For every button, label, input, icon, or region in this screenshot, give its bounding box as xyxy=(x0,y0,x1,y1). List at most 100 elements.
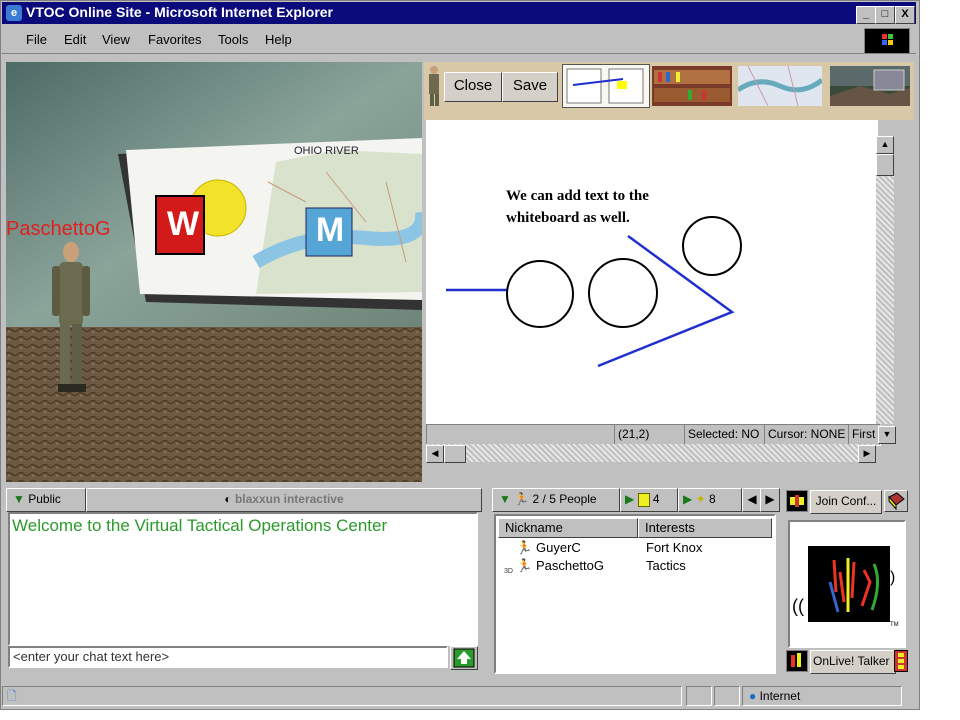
tab-scroll-left[interactable]: ◀ xyxy=(742,488,762,512)
status-empty-cell xyxy=(426,424,617,446)
browser-statusbar: 🗋 ● Internet xyxy=(2,686,916,706)
nickname: GuyerC xyxy=(536,540,581,555)
whiteboard-vertical-scrollbar[interactable]: ▲ xyxy=(876,136,894,426)
minimize-button[interactable]: _ xyxy=(856,6,876,24)
tab-groups[interactable]: ▶ 4 xyxy=(620,488,678,512)
hscroll-thumb[interactable] xyxy=(444,445,466,463)
chat-log[interactable]: Welcome to the Virtual Tactical Operatio… xyxy=(8,512,478,646)
blaxxun-logo-icon: ◐ xyxy=(224,492,232,506)
close-button[interactable]: Close xyxy=(444,72,502,102)
tab-scroll-right[interactable]: ▶ xyxy=(760,488,780,512)
onlive-talker-button[interactable]: OnLive! Talker xyxy=(810,650,896,674)
globe-icon: ● xyxy=(749,689,757,703)
whiteboard-thumbnail[interactable] xyxy=(562,64,650,108)
column-interests[interactable]: Interests xyxy=(638,518,772,538)
scroll-left-button[interactable]: ◀ xyxy=(426,445,444,463)
person-icon: 🏃 xyxy=(516,540,533,555)
join-conference-button[interactable]: Join Conf... xyxy=(810,490,882,514)
interests: Fort Knox xyxy=(646,540,703,555)
chat-welcome-message: Welcome to the Virtual Tactical Operatio… xyxy=(12,516,388,535)
soldier-thumbnail-icon xyxy=(429,66,439,106)
chevron-down-icon: ▼ xyxy=(499,492,511,506)
status-cursor: Cursor: NONE xyxy=(764,424,851,446)
book-icon[interactable] xyxy=(884,490,908,512)
chat-input[interactable]: <enter your chat text here> xyxy=(8,646,448,668)
title-bar: e VTOC Online Site - Microsoft Internet … xyxy=(2,2,916,24)
status-cell-3 xyxy=(714,686,740,706)
whiteboard-horizontal-scrollbar[interactable]: ◀ ▶ xyxy=(426,444,876,463)
column-nickname[interactable]: Nickname xyxy=(498,518,638,538)
status-dropdown-button[interactable]: ▼ xyxy=(878,426,896,444)
menu-file[interactable]: File xyxy=(26,32,47,47)
map-thumbnail[interactable] xyxy=(736,65,824,107)
groups-count: 4 xyxy=(652,492,660,506)
ie-icon: e xyxy=(6,5,22,21)
status-coords: (21,2) xyxy=(614,424,687,446)
windows-logo-icon xyxy=(864,28,910,54)
scroll-thumb[interactable] xyxy=(876,154,894,176)
people-count-label: 2 / 5 People xyxy=(532,492,597,506)
onlive-face-logo-icon: (( ) TM xyxy=(792,546,899,628)
soldier-avatar[interactable] xyxy=(46,238,96,398)
list-item[interactable]: 🏃 GuyerC Fort Knox xyxy=(496,540,774,558)
menu-help[interactable]: Help xyxy=(265,32,292,47)
sign-letter-m: M xyxy=(315,211,345,249)
volume-meter-icon xyxy=(894,650,908,672)
menu-tools[interactable]: Tools xyxy=(218,32,248,47)
interests: Tactics xyxy=(646,558,686,573)
scroll-right-button[interactable]: ▶ xyxy=(858,445,876,463)
zone-label: Internet xyxy=(759,689,801,703)
whiteboard-toolbar: Close Save xyxy=(424,62,914,120)
window-title: VTOC Online Site - Microsoft Internet Ex… xyxy=(26,4,334,20)
whiteboard-statusbar: (21,2) Selected: NO Cursor: NONE First ▼ xyxy=(426,424,896,446)
play-icon: ▶ xyxy=(683,492,693,506)
status-first: First xyxy=(848,424,881,446)
svg-text:TM: TM xyxy=(890,622,899,628)
conference-icon xyxy=(786,490,808,512)
friends-icon: ✦ xyxy=(695,492,706,506)
user-badge-3d: 3D xyxy=(504,568,513,575)
onlive-logo: (( ) TM xyxy=(788,520,906,648)
terrain-thumbnail[interactable] xyxy=(830,66,910,106)
brand-bar: ◐ blaxxun interactive xyxy=(86,488,482,512)
people-list: Nickname Interests 🏃 GuyerC Fort Knox 3D… xyxy=(494,514,776,674)
menu-view[interactable]: View xyxy=(102,32,130,47)
sign-letter-w: W xyxy=(166,205,200,243)
chat-tabs: ▼ Public ◐ blaxxun interactive xyxy=(6,488,482,512)
status-main-cell: 🗋 xyxy=(2,686,682,706)
scroll-up-button[interactable]: ▲ xyxy=(876,136,894,154)
status-zone-cell: ● Internet xyxy=(742,686,902,706)
send-arrow-icon xyxy=(453,648,475,668)
whiteboard-canvas[interactable]: We can add text to the whiteboard as wel… xyxy=(426,120,878,424)
tab-friends[interactable]: ▶ ✦ 8 xyxy=(678,488,742,512)
play-icon: ▶ xyxy=(625,492,635,506)
nickname: PaschettoG xyxy=(536,558,604,573)
svg-text:OHIO RIVER: OHIO RIVER xyxy=(294,145,359,157)
tab-public[interactable]: ▼ Public xyxy=(6,488,86,512)
page-icon: 🗋 xyxy=(7,689,17,703)
person-icon: 🏃 xyxy=(514,492,530,506)
tab-public-label: Public xyxy=(28,492,61,506)
status-cell-2 xyxy=(686,686,712,706)
menu-favorites[interactable]: Favorites xyxy=(148,32,201,47)
menu-bar: File Edit View Favorites Tools Help xyxy=(2,26,916,54)
status-selected: Selected: NO xyxy=(684,424,767,446)
whiteboard-drawing xyxy=(446,216,742,368)
bookshelf-thumbnail[interactable] xyxy=(652,66,732,106)
list-item[interactable]: 3D 🏃 PaschettoG Tactics xyxy=(496,558,774,576)
send-button[interactable] xyxy=(450,646,478,670)
menu-edit[interactable]: Edit xyxy=(64,32,86,47)
friends-count: 8 xyxy=(708,492,716,506)
tab-people[interactable]: ▼ 🏃 2 / 5 People xyxy=(492,488,620,512)
chevron-down-icon: ▼ xyxy=(13,492,25,506)
svg-text:((: (( xyxy=(792,596,804,616)
person-icon: 🏃 xyxy=(516,558,533,573)
people-tabs: ▼ 🏃 2 / 5 People ▶ 4 ▶ ✦ 8 ◀ ▶ xyxy=(492,488,780,512)
svg-text:): ) xyxy=(890,569,895,586)
close-window-button[interactable]: X xyxy=(895,6,915,24)
note-icon xyxy=(637,492,650,507)
3d-scene-view[interactable]: OHIO RIVER W M PaschettoG xyxy=(6,62,422,482)
maximize-button[interactable]: □ xyxy=(875,6,895,24)
talker-icon xyxy=(786,650,808,672)
save-button[interactable]: Save xyxy=(502,72,558,102)
